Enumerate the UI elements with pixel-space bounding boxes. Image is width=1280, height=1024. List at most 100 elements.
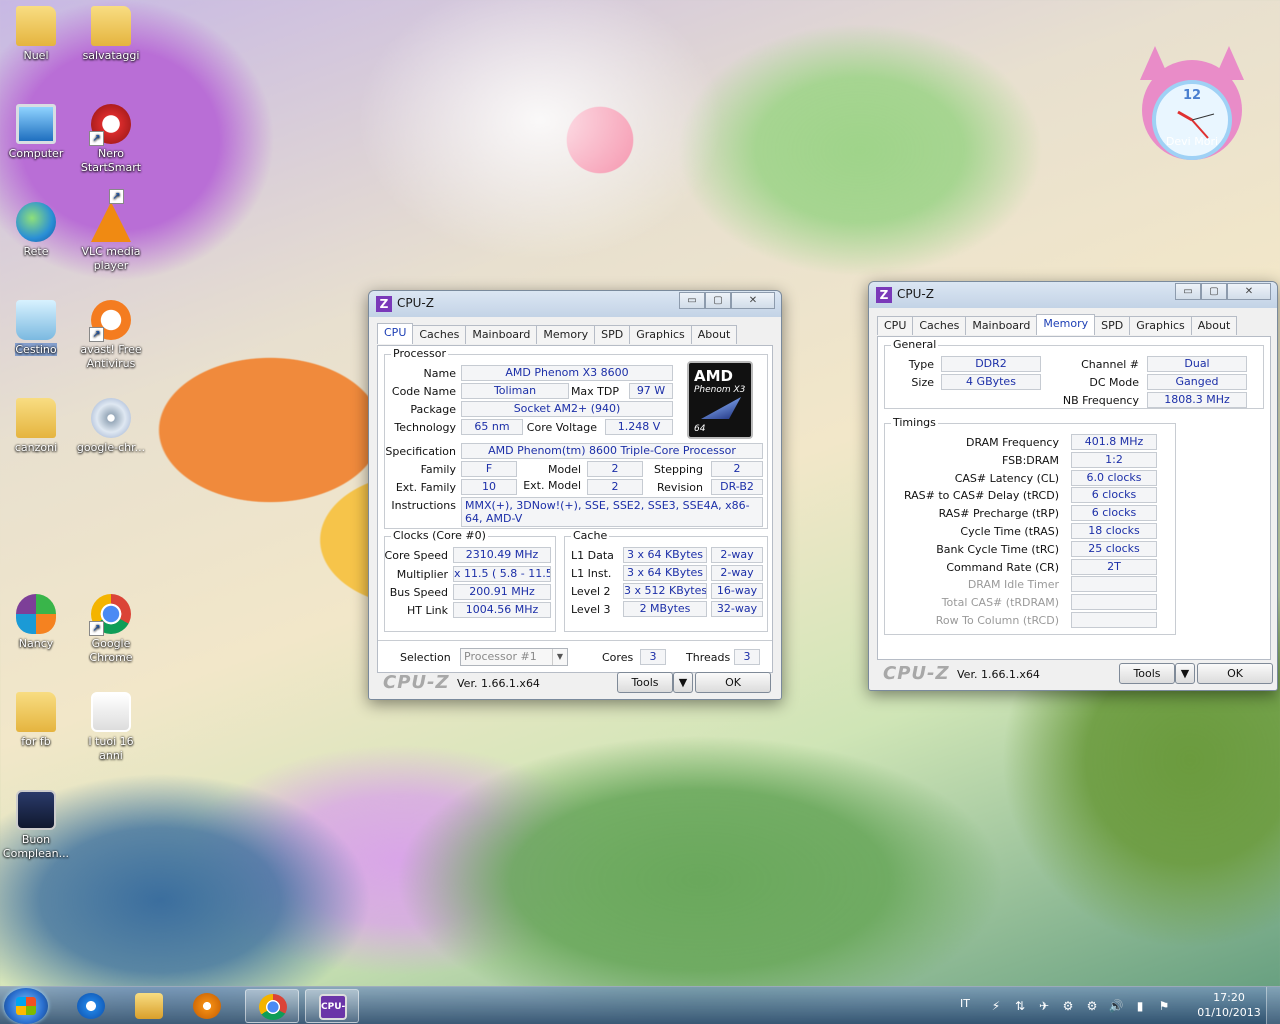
tab-cpu[interactable]: CPU (877, 316, 914, 335)
timing-label: Command Rate (CR) (946, 560, 1059, 574)
desktop-icon-vlc[interactable]: VLC media player (75, 189, 147, 273)
spec-value: AMD Phenom(tm) 8600 Triple-Core Processo… (461, 443, 763, 459)
tray-icon[interactable]: ⚑ (1156, 998, 1172, 1014)
tools-dropdown-button[interactable]: ▼ (1175, 663, 1195, 684)
maximize-button[interactable]: ▢ (1201, 283, 1227, 300)
minimize-button[interactable]: ▭ (1175, 283, 1201, 300)
model-value: 2 (587, 461, 643, 477)
taskbar-chrome[interactable] (245, 989, 299, 1023)
clocks-group: Clocks (Core #0) Core Speed 2310.49 MHz … (384, 529, 556, 632)
tab-about[interactable]: About (1190, 316, 1238, 335)
clock-gadget[interactable]: 12 Devi Mori (1132, 46, 1252, 166)
taskbar-media-player[interactable] (180, 989, 234, 1023)
tools-button[interactable]: Tools (1119, 663, 1175, 684)
ok-button[interactable]: OK (695, 672, 771, 693)
tab-caches[interactable]: Caches (912, 316, 967, 335)
instructions-value: MMX(+), 3DNow!(+), SSE, SSE2, SSE3, SSE4… (461, 497, 763, 527)
package-label: Package (410, 403, 456, 416)
maximize-button[interactable]: ▢ (705, 292, 731, 309)
desktop-icon-photo[interactable]: I tuoi 16 anni (75, 692, 147, 763)
timing-label: Bank Cycle Time (tRC) (936, 542, 1059, 556)
cache-row-label: Level 3 (571, 603, 611, 616)
tab-spd[interactable]: SPD (594, 325, 631, 344)
size-value: 4 GBytes (941, 374, 1041, 390)
chrome-icon (89, 594, 131, 636)
tab-memory[interactable]: Memory (536, 325, 596, 344)
chrome-icon (259, 994, 287, 1020)
desktop-icon-label: VLC media player (81, 245, 141, 272)
cache-group: Cache L1 Data 3 x 64 KBytes 2-way L1 Inst. 3… (564, 529, 768, 632)
desktop-icon-cd[interactable]: google-chr... (75, 398, 147, 455)
cache-group-title: Cache (571, 529, 610, 542)
processor-select[interactable]: Processor #1 ▼ (460, 648, 568, 666)
model-label: Model (547, 463, 581, 476)
desktop-icon-bin[interactable]: Cestino (0, 300, 72, 357)
tray-icon[interactable]: ▮ (1132, 998, 1148, 1014)
minimize-button[interactable]: ▭ (679, 292, 705, 309)
tools-button[interactable]: Tools (617, 672, 673, 693)
clock[interactable]: 17:20 01/10/2013 (1196, 990, 1262, 1020)
tools-dropdown-button[interactable]: ▼ (673, 672, 693, 693)
taskbar-internet-explorer[interactable] (64, 989, 118, 1023)
tray-icon[interactable]: ⚙ (1084, 998, 1100, 1014)
desktop-icon-screen[interactable]: Buon Complean... (0, 790, 72, 861)
nbfreq-value: 1808.3 MHz (1147, 392, 1247, 408)
tab-graphics[interactable]: Graphics (629, 325, 692, 344)
titlebar[interactable]: Z CPU-Z ▭ ▢ ✕ (369, 291, 781, 317)
tab-spd[interactable]: SPD (1094, 316, 1131, 335)
timing-value: 25 clocks (1071, 540, 1157, 557)
desktop-icon-nero[interactable]: Nero StartSmart (75, 104, 147, 175)
desktop-icon-folder[interactable]: canzoni (0, 398, 72, 455)
cache-row-size: 3 x 64 KBytes (623, 565, 707, 581)
cpuz-icon: CPU-Z (319, 994, 347, 1020)
tab-mainboard[interactable]: Mainboard (965, 316, 1038, 335)
taskbar-explorer[interactable] (122, 989, 176, 1023)
timing-label: Row To Column (tRCD) (935, 614, 1059, 627)
extmodel-value: 2 (587, 479, 643, 495)
tab-cpu[interactable]: CPU (377, 323, 414, 344)
cores-value: 3 (640, 649, 666, 665)
screen-icon (16, 790, 56, 830)
tray-icon[interactable]: ⚙ (1060, 998, 1076, 1014)
tab-bar: CPU Caches Mainboard Memory SPD Graphics About (877, 314, 1238, 335)
start-button[interactable] (4, 988, 48, 1024)
ok-button[interactable]: OK (1197, 663, 1273, 684)
desktop-icon-globe[interactable]: Rete (0, 202, 72, 259)
size-label: Size (911, 376, 934, 389)
tab-mainboard[interactable]: Mainboard (465, 325, 538, 344)
close-button[interactable]: ✕ (731, 292, 775, 309)
language-indicator[interactable]: IT (960, 997, 970, 1010)
tab-about[interactable]: About (690, 325, 738, 344)
extmodel-label: Ext. Model (523, 479, 581, 492)
desktop-icon-msn[interactable]: Nancy (0, 594, 72, 651)
show-desktop-button[interactable] (1266, 987, 1280, 1024)
cores-label: Cores (602, 651, 634, 664)
tab-graphics[interactable]: Graphics (1129, 316, 1192, 335)
desktop-icon-avast[interactable]: avast! Free Antivirus (75, 300, 147, 371)
tray-icon[interactable]: ⚡ (988, 998, 1004, 1014)
tray-icon[interactable]: 🔊 (1108, 998, 1124, 1014)
cpuz-brand: CPU-Z (383, 672, 450, 693)
timing-value (1071, 594, 1157, 611)
close-button[interactable]: ✕ (1227, 283, 1271, 300)
tab-caches[interactable]: Caches (412, 325, 467, 344)
tray-icon[interactable]: ⇅ (1012, 998, 1028, 1014)
desktop-icon-chrome[interactable]: Google Chrome (75, 594, 147, 665)
maxtdp-label: Max TDP (570, 385, 619, 398)
cache-row-way: 2-way (711, 565, 763, 581)
desktop-icon-folder[interactable]: for fb (0, 692, 72, 749)
timing-label: RAS# Precharge (tRP) (938, 507, 1059, 521)
desktop-icon-monitor[interactable]: Computer (0, 104, 72, 161)
cache-row-label: Level 2 (571, 585, 611, 598)
desktop-icon-folder[interactable]: salvataggi (75, 6, 147, 63)
time-label: 17:20 (1213, 991, 1245, 1004)
taskbar-cpuz[interactable]: CPU-Z (305, 989, 359, 1023)
titlebar[interactable]: Z CPU-Z ▭ ▢ ✕ (869, 282, 1277, 308)
corespeed-value: 2310.49 MHz (453, 547, 551, 563)
tray-icon[interactable]: ✈ (1036, 998, 1052, 1014)
tab-memory[interactable]: Memory (1036, 314, 1096, 335)
desktop-icon-folder[interactable]: Nuel (0, 6, 72, 63)
processor-select-value: Processor #1 (464, 650, 537, 663)
dcmode-value: Ganged (1147, 374, 1247, 390)
nbfreq-label: NB Frequency (1062, 394, 1139, 407)
